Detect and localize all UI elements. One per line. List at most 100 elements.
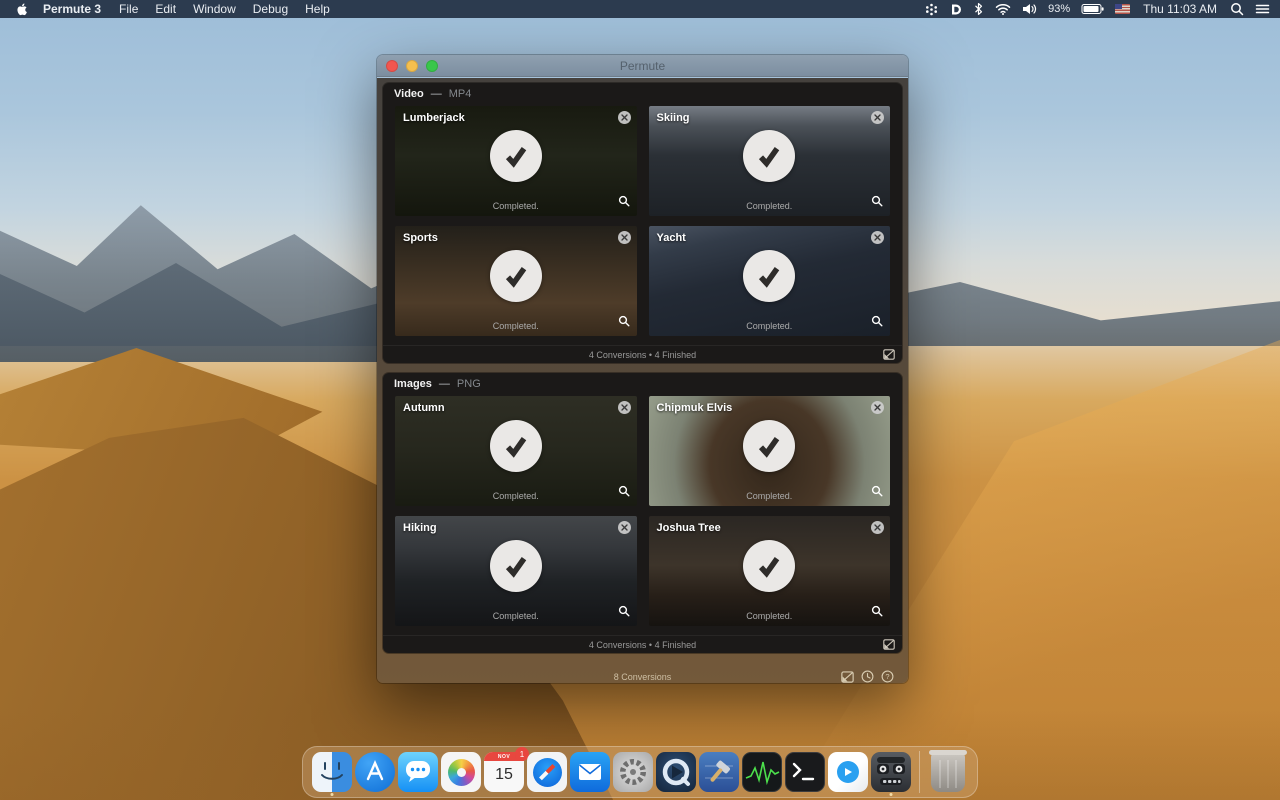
conversion-card-lumberjack[interactable]: Lumberjack Completed. [395, 106, 637, 216]
menu-window[interactable]: Window [193, 2, 236, 16]
dock-app-store-icon[interactable] [355, 752, 395, 792]
completed-check-icon [743, 130, 796, 182]
preset-icon[interactable] [841, 670, 854, 684]
conversion-card-sports[interactable]: Sports Completed. [395, 226, 637, 336]
group-category: Video [394, 87, 424, 100]
apple-menu-icon[interactable] [16, 3, 29, 16]
close-card-icon[interactable] [617, 401, 631, 414]
history-clock-icon[interactable] [861, 670, 874, 683]
completed-check-icon [489, 250, 542, 302]
menu-app-name[interactable]: Permute 3 [43, 2, 101, 16]
spotlight-search-icon[interactable] [1230, 2, 1244, 16]
card-grid: Lumberjack Completed. Skiing Completed. … [383, 104, 902, 345]
conversion-card-skiing[interactable]: Skiing Completed. [648, 106, 890, 216]
dock-permute-icon[interactable] [871, 752, 911, 796]
notification-center-icon[interactable] [1255, 3, 1270, 15]
conversion-card-autumn[interactable]: Autumn Completed. [395, 396, 637, 506]
d-app-icon[interactable] [949, 3, 962, 16]
close-card-icon[interactable] [871, 111, 884, 124]
conversion-card-yacht[interactable]: Yacht Completed. [648, 226, 890, 336]
card-title: Autumn [403, 402, 445, 414]
dock-system-preferences-icon[interactable] [613, 752, 653, 792]
close-window-button[interactable] [386, 60, 398, 72]
card-title: Chipmuk Elvis [656, 402, 733, 414]
menu-file[interactable]: File [119, 2, 138, 16]
dock-trash-icon[interactable] [929, 750, 967, 792]
window-titlebar[interactable]: Permute [377, 55, 908, 77]
preview-magnifier-icon[interactable] [871, 194, 883, 212]
preset-icon[interactable] [883, 349, 895, 362]
volume-icon[interactable] [1022, 3, 1037, 15]
completed-check-icon [489, 540, 542, 592]
dock-calendar-icon[interactable]: NOV 15 1 [484, 747, 529, 792]
battery-icon[interactable] [1081, 3, 1104, 15]
photos-flower-glyph [447, 758, 475, 786]
window-controls [386, 60, 438, 72]
dock-separator [919, 751, 920, 793]
calendar-day-label: 15 [495, 766, 513, 783]
card-title: Yacht [656, 232, 686, 244]
close-card-icon[interactable] [617, 231, 631, 244]
dock-mail-icon[interactable] [570, 752, 610, 792]
card-title: Hiking [403, 522, 437, 534]
svg-text:?: ? [885, 672, 889, 681]
preview-magnifier-icon[interactable] [618, 314, 630, 332]
close-card-icon[interactable] [617, 521, 631, 534]
group-format[interactable]: MP4 [449, 88, 472, 100]
conversion-card-chipmuk-elvis[interactable]: Chipmuk Elvis Completed. [648, 396, 890, 506]
dock-terminal-icon[interactable] [785, 752, 825, 792]
help-icon[interactable]: ? [881, 670, 894, 683]
dock-xcode-icon[interactable] [699, 752, 739, 792]
us-flag-icon[interactable] [1115, 4, 1131, 14]
snowflake-icon[interactable] [925, 3, 938, 16]
menu-help[interactable]: Help [305, 2, 330, 16]
completed-check-icon [743, 540, 796, 592]
group-footer-text: 4 Conversions • 4 Finished [588, 639, 697, 650]
safari-compass-glyph [532, 757, 562, 787]
dock: NOV 15 1 [302, 746, 978, 798]
close-card-icon[interactable] [871, 231, 884, 244]
bluetooth-icon[interactable] [973, 2, 984, 16]
preview-magnifier-icon[interactable] [871, 484, 883, 502]
card-status: Completed. [492, 611, 539, 621]
completed-check-icon [489, 420, 542, 472]
group-header-video: Video — MP4 [383, 83, 902, 104]
preview-magnifier-icon[interactable] [618, 604, 630, 622]
conversion-card-hiking[interactable]: Hiking Completed. [395, 516, 637, 626]
preset-icon[interactable] [883, 639, 895, 652]
total-conversions-label: 8 Conversions [613, 672, 672, 682]
menu-edit[interactable]: Edit [155, 2, 176, 16]
running-indicator [889, 793, 893, 796]
dock-quicktime-icon[interactable] [656, 752, 696, 792]
dock-finder-icon[interactable] [312, 752, 352, 796]
conversion-card-joshua-tree[interactable]: Joshua Tree Completed. [648, 516, 890, 626]
preview-magnifier-icon[interactable] [871, 604, 883, 622]
preview-magnifier-icon[interactable] [618, 484, 630, 502]
menu-clock[interactable]: Thu 11:03 AM [1143, 2, 1217, 16]
completed-check-icon [743, 420, 796, 472]
close-card-icon[interactable] [617, 111, 631, 124]
card-title: Lumberjack [403, 112, 465, 124]
minimize-window-button[interactable] [406, 60, 418, 72]
dock-messages-icon[interactable] [398, 752, 438, 792]
close-card-icon[interactable] [871, 521, 884, 534]
dock-photos-icon[interactable] [441, 752, 481, 792]
group-format[interactable]: PNG [457, 378, 481, 390]
dock-activity-monitor-icon[interactable] [742, 752, 782, 792]
wifi-icon[interactable] [995, 3, 1011, 15]
completed-check-icon [743, 250, 796, 302]
dock-safari-icon[interactable] [527, 752, 567, 792]
card-status: Completed. [492, 321, 539, 331]
menu-bar: Permute 3 File Edit Window Debug Help 93… [0, 0, 1280, 18]
battery-percent: 93% [1048, 3, 1071, 15]
card-status: Completed. [746, 201, 793, 211]
preview-magnifier-icon[interactable] [618, 194, 630, 212]
card-title: Skiing [656, 112, 690, 124]
menu-debug[interactable]: Debug [253, 2, 288, 16]
group-category: Images [394, 377, 432, 390]
close-card-icon[interactable] [871, 401, 884, 414]
dock-downie-icon[interactable] [828, 752, 868, 792]
card-status: Completed. [746, 611, 793, 621]
zoom-window-button[interactable] [426, 60, 438, 72]
preview-magnifier-icon[interactable] [871, 314, 883, 332]
